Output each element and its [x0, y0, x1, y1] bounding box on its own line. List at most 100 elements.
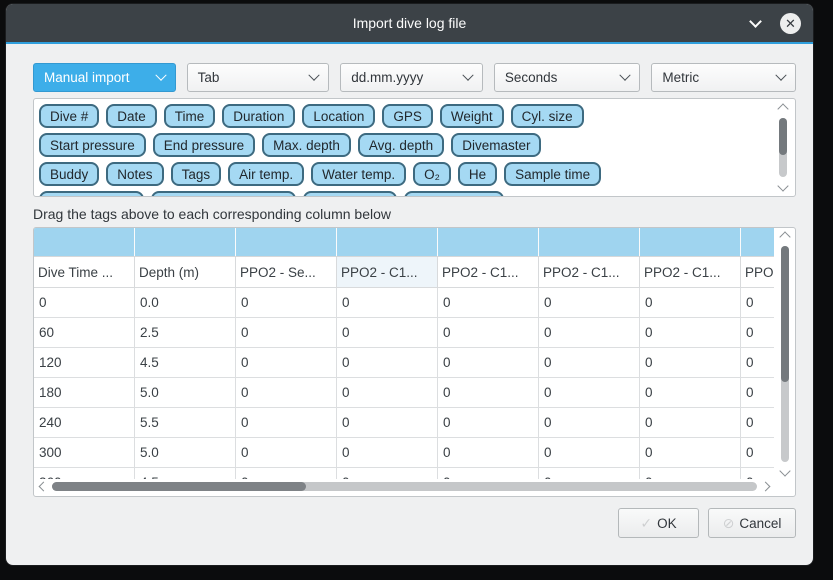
table-cell: 0 [741, 438, 774, 467]
draggable-tag[interactable]: Duration [222, 104, 295, 128]
chevron-down-icon [775, 69, 786, 80]
column-header[interactable]: Dive Time ... [34, 257, 135, 287]
draggable-tag[interactable]: Max. depth [262, 133, 351, 157]
draggable-tag[interactable]: Sample temperature [151, 191, 295, 197]
table-cell: 0 [741, 468, 774, 479]
import-source-combobox[interactable]: Manual import [33, 63, 176, 92]
scroll-right-icon[interactable] [761, 482, 771, 492]
column-header[interactable]: PPO2 - C1... [337, 257, 438, 287]
cancel-button[interactable]: ⊘ Cancel [708, 508, 796, 538]
tag-list-scrollbar[interactable] [776, 102, 791, 193]
scroll-down-icon[interactable] [779, 465, 790, 476]
column-header[interactable]: PPO2 - C1... [438, 257, 539, 287]
column-drop-zone[interactable] [135, 228, 236, 256]
column-drop-zone[interactable] [34, 228, 135, 256]
table-cell: 0 [640, 288, 741, 317]
column-header[interactable]: PPO2 - C1... [539, 257, 640, 287]
draggable-tag[interactable]: Weight [440, 104, 504, 128]
table-cell: 120 [34, 348, 135, 377]
column-drop-zone[interactable] [640, 228, 741, 256]
draggable-tag[interactable]: Date [106, 104, 157, 128]
draggable-tag[interactable]: Sample CNS [404, 191, 504, 197]
column-drop-zone[interactable] [539, 228, 640, 256]
draggable-tag[interactable]: Tags [171, 162, 222, 186]
column-header[interactable]: PPO2 - Se... [236, 257, 337, 287]
table-cell: 0 [640, 468, 741, 479]
scrollbar-thumb[interactable] [779, 118, 787, 155]
table-cell: 60 [34, 318, 135, 347]
combobox-value: Seconds [505, 70, 558, 85]
draggable-tag[interactable]: Notes [106, 162, 163, 186]
table-cell: 180 [34, 378, 135, 407]
column-header[interactable]: Depth (m) [135, 257, 236, 287]
scrollbar-track[interactable] [779, 118, 787, 177]
scrollbar-thumb[interactable] [781, 246, 789, 382]
tag-row: Dive # Date TimeDuration Location GPS Weight C… [39, 104, 769, 128]
table-horizontal-scrollbar[interactable] [36, 480, 773, 494]
scroll-left-icon[interactable] [39, 482, 49, 492]
table-cell: 0.0 [135, 288, 236, 317]
table-cell: 0 [539, 438, 640, 467]
scrollbar-track[interactable] [781, 246, 789, 462]
scrollbar-thumb[interactable] [52, 482, 306, 491]
table-cell: 4.5 [135, 468, 236, 479]
draggable-tag[interactable]: Start pressure [39, 133, 146, 157]
duration-format-combobox[interactable]: Seconds [494, 63, 641, 92]
draggable-tag[interactable]: End pressure [153, 133, 255, 157]
column-drop-zone[interactable] [741, 228, 774, 256]
titlebar[interactable]: Import dive log file ✕ [6, 4, 813, 42]
scrollbar-track[interactable] [52, 482, 757, 491]
table-vertical-scrollbar[interactable] [778, 230, 793, 478]
table-row: 602.5000000 [34, 318, 774, 348]
draggable-tag[interactable]: Sample pO₂ [303, 191, 398, 197]
table-cell: 0 [236, 318, 337, 347]
draggable-tag[interactable]: Buddy [39, 162, 99, 186]
column-drop-zone[interactable] [438, 228, 539, 256]
scroll-up-icon[interactable] [779, 231, 790, 242]
units-system-combobox[interactable]: Metric [651, 63, 796, 92]
table-cell: 5.5 [135, 408, 236, 437]
scroll-up-icon[interactable] [777, 103, 788, 114]
table-cell: 5.0 [135, 378, 236, 407]
draggable-tag[interactable]: He [458, 162, 497, 186]
draggable-tag[interactable]: Avg. depth [358, 133, 444, 157]
draggable-tag[interactable]: Dive # [39, 104, 99, 128]
table-cell: 4.5 [135, 348, 236, 377]
table-cell: 0 [741, 288, 774, 317]
drag-hint-label: Drag the tags above to each correspondin… [33, 206, 796, 222]
close-icon[interactable]: ✕ [780, 13, 801, 34]
draggable-tag[interactable]: Water temp. [311, 162, 406, 186]
table-cell: 0 [640, 348, 741, 377]
chevron-down-icon [155, 69, 166, 80]
table-cell: 300 [34, 438, 135, 467]
table-cell: 0 [438, 468, 539, 479]
scroll-down-icon[interactable] [777, 180, 788, 191]
column-drop-zone[interactable] [236, 228, 337, 256]
draggable-tag[interactable]: Location [302, 104, 375, 128]
table-cell: 0 [438, 348, 539, 377]
date-format-combobox[interactable]: dd.mm.yyyy [340, 63, 483, 92]
table-cell: 0 [741, 318, 774, 347]
column-header[interactable]: PPO2 - C1... [640, 257, 741, 287]
field-separator-combobox[interactable]: Tab [187, 63, 330, 92]
import-dialog-window: Import dive log file ✕ Manual import Tabd… [6, 4, 813, 565]
draggable-tag[interactable]: Sample time [504, 162, 601, 186]
table-cell: 0 [34, 288, 135, 317]
column-header[interactable]: PPO2 - C1... [741, 257, 774, 287]
ok-button[interactable]: ✓ OK [618, 508, 699, 538]
import-settings-row: Manual import Tab dd.mm.yyyy Seconds Metric [33, 63, 796, 92]
draggable-tag[interactable]: Cyl. size [511, 104, 584, 128]
table-cell: 0 [640, 318, 741, 347]
draggable-tag[interactable]: Divemaster [451, 133, 541, 157]
draggable-tag[interactable]: Air temp. [228, 162, 304, 186]
chevron-down-icon[interactable] [748, 15, 764, 31]
table-cell: 0 [236, 438, 337, 467]
table-cell: 0 [438, 288, 539, 317]
table-cell: 0 [640, 408, 741, 437]
draggable-tag[interactable]: Time [164, 104, 216, 128]
draggable-tag[interactable]: O₂ [413, 162, 451, 186]
draggable-tag[interactable]: Sample depth [39, 191, 144, 197]
column-drop-zone[interactable] [337, 228, 438, 256]
draggable-tag[interactable]: GPS [382, 104, 433, 128]
table-cell: 0 [337, 438, 438, 467]
